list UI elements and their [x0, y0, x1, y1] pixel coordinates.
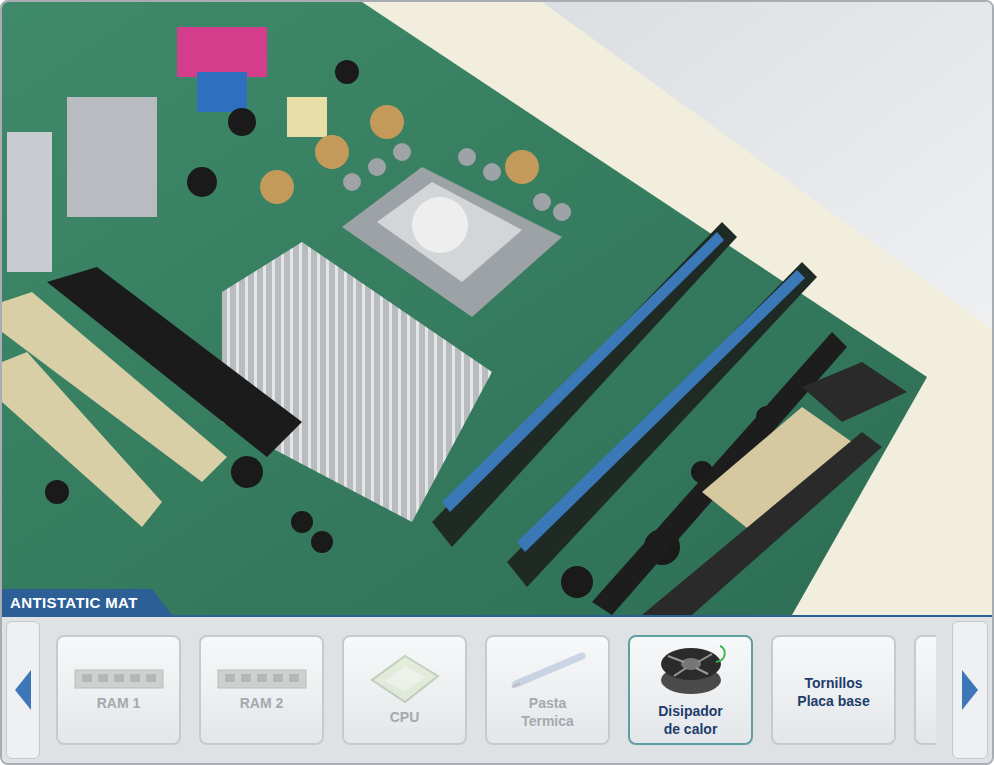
part-image: [217, 668, 307, 690]
part-label-line: RAM 1: [97, 694, 141, 712]
ram-icon: [74, 668, 164, 690]
part-label-line: Placa base: [797, 692, 869, 710]
motherboard-scene-icon[interactable]: [2, 2, 992, 615]
scroll-right-button[interactable]: [952, 621, 988, 759]
part-content: TornillosPlaca base: [797, 670, 869, 710]
mat-label: ANTISTATIC MAT: [2, 589, 152, 615]
ram-icon: [217, 668, 307, 690]
cpu-icon: [370, 654, 440, 704]
parts-toolbar: RAM 1 RAM 2 CPU PastaTermica Disipadorde cal…: [2, 617, 992, 763]
part-content: Disipadorde calor: [654, 642, 728, 738]
part-label-line: de calor: [664, 720, 718, 738]
part-content: PastaTermica: [508, 650, 588, 730]
part-label: RAM 2: [240, 694, 284, 712]
part-label-line: CPU: [390, 708, 420, 726]
part-image: [370, 654, 440, 704]
scroll-left-button[interactable]: [6, 621, 40, 759]
part-label-line: Disipador: [658, 702, 723, 720]
part-image: [508, 650, 588, 690]
part-card[interactable]: [914, 635, 936, 745]
parts-list: RAM 1 RAM 2 CPU PastaTermica Disipadorde cal…: [56, 635, 936, 745]
part-label-line: Pasta: [529, 694, 566, 712]
part-card: PastaTermica: [485, 635, 610, 745]
part-image: [74, 668, 164, 690]
part-content: CPU: [370, 654, 440, 726]
thermal-paste-icon: [508, 650, 588, 690]
lab-window: ANTISTATIC MAT RAM 1 RAM 2 CPU PastaTermica…: [0, 0, 994, 765]
part-card[interactable]: Disipadorde calor: [628, 635, 753, 745]
part-card: RAM 1: [56, 635, 181, 745]
part-image: [654, 642, 728, 698]
mat-label-corner: [152, 589, 172, 615]
heatsink-fan-icon: [654, 642, 728, 698]
mat-label-tab: ANTISTATIC MAT: [2, 589, 172, 615]
part-content: RAM 2: [217, 668, 307, 712]
part-label: PastaTermica: [521, 694, 574, 730]
part-card: CPU: [342, 635, 467, 745]
part-content: RAM 1: [74, 668, 164, 712]
part-card[interactable]: TornillosPlaca base: [771, 635, 896, 745]
part-label: RAM 1: [97, 694, 141, 712]
part-label-line: Termica: [521, 712, 574, 730]
part-card: RAM 2: [199, 635, 324, 745]
left-arrow-icon: [15, 670, 31, 710]
part-label: TornillosPlaca base: [797, 674, 869, 710]
workspace: ANTISTATIC MAT: [2, 2, 992, 615]
right-arrow-icon: [962, 670, 978, 710]
part-label: Disipadorde calor: [658, 702, 723, 738]
part-label-line: Tornillos: [804, 674, 862, 692]
part-label-line: RAM 2: [240, 694, 284, 712]
part-label: CPU: [390, 708, 420, 726]
